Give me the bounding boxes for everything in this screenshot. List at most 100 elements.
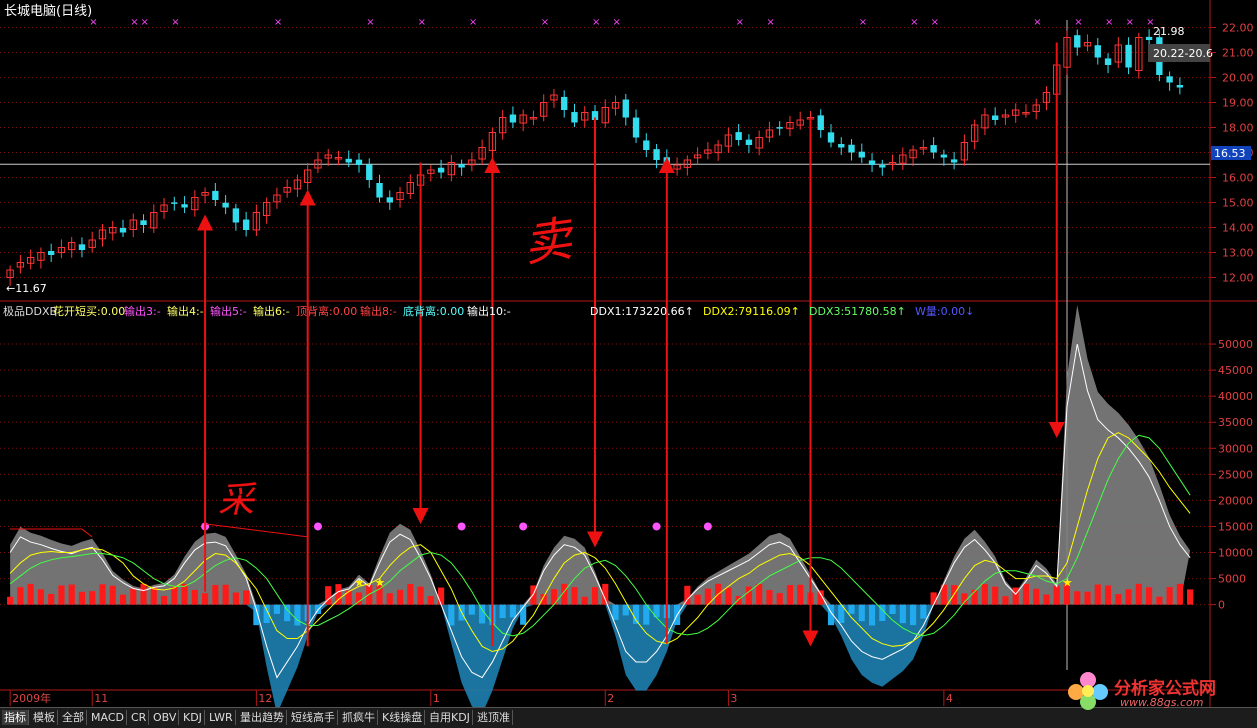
- tab-7[interactable]: LWR: [207, 710, 236, 725]
- tab-5[interactable]: OBV: [151, 710, 180, 725]
- ddx-bar-red: [1166, 586, 1173, 605]
- indicator-header: 极品DDXB花开短买:0.00输出3:- 输出4:- 输出5:- 输出6:- 顶背离:0…: [3, 304, 974, 318]
- candle-body-down: [1176, 84, 1184, 88]
- candle-body-down: [222, 202, 229, 208]
- watermark-url: www.88gs.com: [1120, 696, 1204, 709]
- candle-body-down: [940, 154, 948, 158]
- tab-2[interactable]: 全部: [60, 710, 87, 725]
- tab-0[interactable]: 指标: [2, 710, 29, 725]
- candle-body-down: [622, 99, 629, 118]
- price-tick-label: 19.00: [1222, 97, 1254, 110]
- indicator-tick-label: 20000: [1218, 494, 1253, 507]
- indicator-header-item: 输出6:-: [253, 304, 290, 318]
- indicator-header-item: 输出5:-: [210, 304, 247, 318]
- candle-body-down: [386, 197, 393, 203]
- ddx-bar-red: [591, 587, 599, 605]
- signal-marker: ×: [1033, 17, 1041, 28]
- divergence-marker: [703, 522, 712, 531]
- price-tick-label: 22.00: [1222, 22, 1254, 35]
- range-label: 20.22-20.6: [1153, 47, 1213, 60]
- signal-marker: ×: [130, 17, 138, 28]
- tab-13[interactable]: 逃顶准: [475, 710, 513, 725]
- candle-body-down: [140, 220, 147, 225]
- candle-body-down: [632, 117, 640, 138]
- signal-marker: ×: [613, 17, 621, 28]
- ddx-bar-red: [407, 583, 414, 605]
- price-tick-label: 15.00: [1222, 197, 1254, 210]
- tab-6[interactable]: KDJ: [181, 710, 205, 725]
- candle-body-down: [1104, 58, 1112, 65]
- signal-marker: ×: [736, 17, 744, 28]
- series-line-ddx1: [9, 343, 1191, 679]
- indicator-header-item: 输出8:-: [360, 304, 397, 318]
- ddx-bar-red: [99, 584, 106, 605]
- candle-body-down: [47, 251, 55, 255]
- tab-1[interactable]: 模板: [31, 710, 58, 725]
- ddx-bar-red: [725, 587, 732, 605]
- ddx-bar-blue: [858, 604, 865, 622]
- indicator-tick-label: 35000: [1218, 416, 1253, 429]
- ddx-bar-red: [1043, 594, 1050, 605]
- ddx-bar-red: [1084, 591, 1091, 605]
- indicator-header-item: 输出4:-: [167, 304, 204, 318]
- candle-body-down: [171, 202, 178, 204]
- ddx-bar-red: [1135, 583, 1142, 605]
- candle-body-down: [643, 140, 650, 150]
- signal-marker: ×: [592, 17, 600, 28]
- tab-10[interactable]: 抓疯牛: [340, 710, 378, 725]
- candle-body-down: [776, 127, 783, 129]
- ddx-area: [10, 304, 1191, 715]
- candle-body-down: [868, 160, 876, 165]
- signal-marker: ×: [274, 17, 282, 28]
- sell-mark: 卖: [520, 210, 579, 273]
- signal-marker: ×: [859, 17, 867, 28]
- tab-8[interactable]: 量出趋势: [238, 710, 287, 725]
- ddx-bar-red: [232, 592, 239, 605]
- candle-body-down: [242, 219, 250, 230]
- ddx-bar-red: [1002, 596, 1009, 605]
- tab-12[interactable]: 自用KDJ: [427, 710, 473, 725]
- ddx-bar-red: [694, 594, 701, 605]
- tab-3[interactable]: MACD: [89, 710, 127, 725]
- ddx-bar-red: [776, 593, 783, 605]
- signal-marker: ×: [1126, 17, 1134, 28]
- signal-marker: ×: [141, 17, 149, 28]
- signal-marker: ×: [541, 17, 549, 28]
- ddx-bar-red: [427, 596, 434, 605]
- ddx-bar-red: [438, 587, 445, 605]
- indicator-header-item: 花开短买:0.00: [53, 304, 125, 318]
- tab-4[interactable]: CR: [129, 710, 150, 725]
- indicator-header-item: 底背离:0.00: [403, 304, 464, 318]
- price-tick-label: 16.00: [1222, 172, 1254, 185]
- tab-9[interactable]: 短线高手: [289, 710, 338, 725]
- ddx-bar-red: [17, 587, 24, 605]
- candle-body-down: [1166, 76, 1173, 83]
- ddx-bar-red: [386, 593, 393, 605]
- signal-marker: ×: [469, 17, 477, 28]
- ddx-bar-red: [48, 593, 55, 605]
- ddx-bar-red: [756, 583, 763, 605]
- candle-body-down: [509, 114, 517, 123]
- indicator-header-item: DDX1:173220.66↑: [590, 305, 694, 318]
- high-price-label: 21.98: [1153, 25, 1185, 38]
- candle-body-down: [858, 151, 865, 158]
- ddx-bar-red: [222, 584, 229, 605]
- ddx-bar-red: [150, 587, 157, 605]
- ddx-bar-blue: [920, 604, 927, 619]
- ddx-bar-red: [191, 589, 198, 605]
- candle-body-down: [838, 144, 845, 148]
- ddx-bar-blue: [889, 604, 896, 615]
- ddx-bar-red: [119, 594, 127, 605]
- ddx-bar-red: [1033, 588, 1040, 605]
- ddx-bar-blue: [479, 604, 486, 624]
- ddx-bar-red: [571, 587, 578, 605]
- ddx-bar-blue: [253, 604, 260, 626]
- candle-body-down: [1125, 44, 1132, 68]
- indicator-header-item: 顶背离:0.00: [296, 304, 357, 318]
- ddx-bar-red: [1176, 583, 1183, 605]
- tab-11[interactable]: K线操盘: [380, 710, 426, 725]
- ddx-bar-red: [992, 586, 999, 605]
- candle-body-down: [458, 164, 465, 168]
- candle-body-down: [745, 139, 753, 145]
- ddx-bar-blue: [509, 604, 516, 618]
